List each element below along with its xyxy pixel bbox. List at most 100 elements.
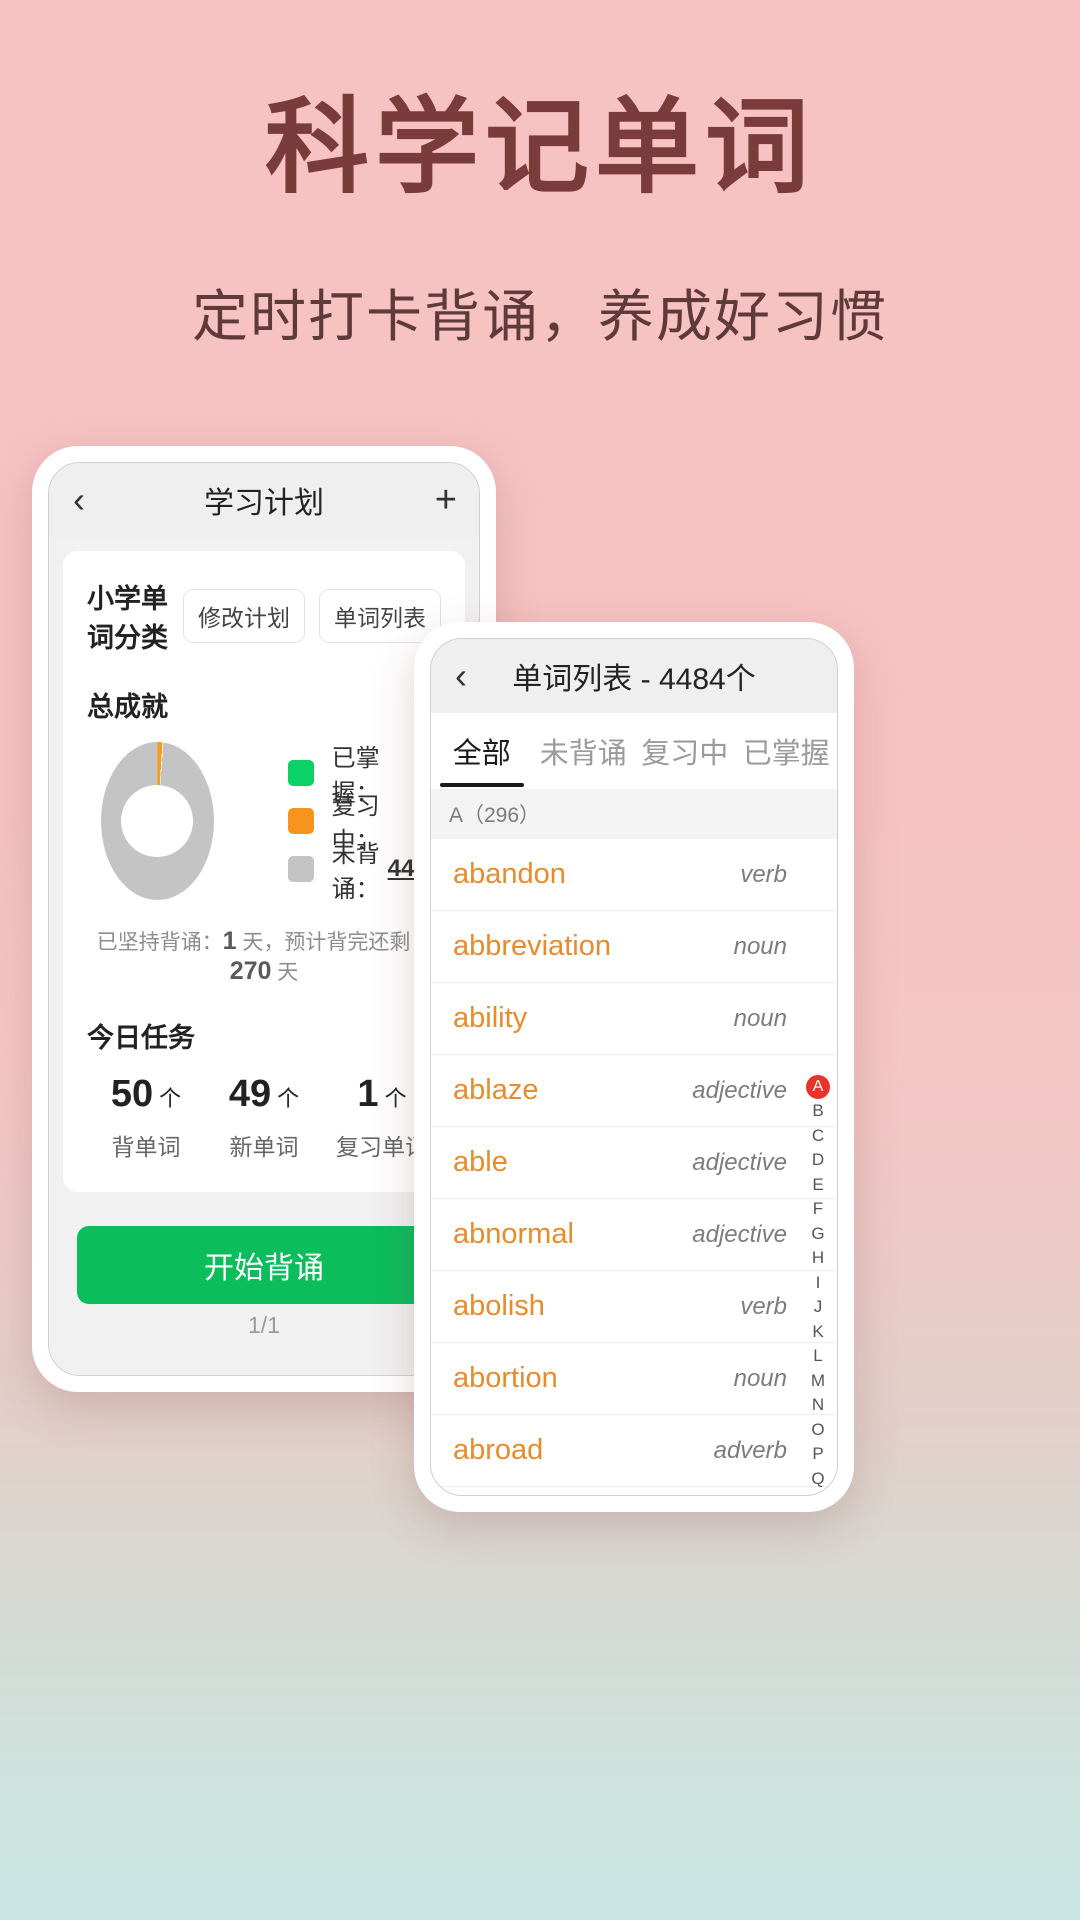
streak-suffix: 天 (277, 961, 299, 984)
alphabet-index-item[interactable]: N (812, 1393, 824, 1418)
word-text: abolish (453, 1290, 545, 1322)
alphabet-index-item[interactable]: G (811, 1222, 824, 1247)
word-text: abbreviation (453, 930, 611, 962)
section-header-a: A（296） (431, 789, 837, 839)
streak-prefix: 已坚持背诵： (96, 931, 223, 954)
word-list-button[interactable]: 单词列表 (319, 589, 441, 643)
plus-icon[interactable]: + (435, 481, 457, 519)
phone-mockup-word-list: ‹ 单词列表 - 4484个 全部 未背诵 复习中 已掌握 A（296） aba… (414, 622, 854, 1512)
task-num-0: 50 (110, 1073, 154, 1115)
hero-section: 科学记单词 定时打卡背诵，养成好习惯 (0, 0, 1080, 353)
task-unit-0: 个 (159, 1086, 182, 1111)
word-pos: adjective (692, 1148, 787, 1176)
today-task-row: 50 个 背单词 49 个 新单词 1个 复习单词 (87, 1073, 441, 1162)
word-list-body: 全部 未背诵 复习中 已掌握 A（296） abandon verb abbrev… (431, 713, 837, 1495)
alphabet-index-item[interactable]: R (812, 1491, 824, 1495)
list-item[interactable]: ability noun (431, 983, 837, 1055)
streak-text: 已坚持背诵：1 天，预计背完还剩： 270 天 (87, 926, 441, 986)
alphabet-index-item-a[interactable]: A (806, 1075, 830, 1099)
alphabet-index-item[interactable]: B (812, 1099, 823, 1124)
back-chevron-icon[interactable]: ‹ (49, 482, 109, 518)
achievement-heading: 总成就 (87, 692, 168, 722)
word-pos: noun (733, 1364, 787, 1392)
alphabet-index-item[interactable]: M (811, 1369, 825, 1394)
alphabet-index-item[interactable]: F (813, 1197, 823, 1222)
nav-title-study-plan: 学习计划 (204, 487, 324, 520)
plan-card-header: 小学单词分类 修改计划 单词列表 (87, 577, 441, 655)
task-cell-review-words: 50 个 背单词 (87, 1073, 205, 1162)
word-text: ability (453, 1002, 528, 1034)
legend-swatch-unlearned (287, 856, 314, 882)
alphabet-index-item[interactable]: C (812, 1124, 824, 1149)
page-title: 科学记单词 (264, 91, 815, 206)
word-filter-tabs: 全部 未背诵 复习中 已掌握 (431, 713, 837, 789)
achievement-chart-row: 已掌握： 0 复习中： 50 未背诵： 4434 (87, 742, 441, 903)
list-item[interactable]: abbreviation noun (431, 911, 837, 983)
alphabet-index-item[interactable]: D (812, 1148, 824, 1173)
task-unit-1: 个 (277, 1086, 300, 1111)
alphabet-index-item[interactable]: E (812, 1173, 823, 1198)
list-item[interactable]: abroad adverb (431, 1415, 837, 1487)
list-item[interactable]: abolish verb (431, 1271, 837, 1343)
word-pos: adjective (692, 1220, 787, 1248)
streak-days: 1 (222, 927, 237, 955)
word-pos: adjective (692, 1076, 787, 1104)
start-recite-button[interactable]: 开始背诵 (77, 1226, 451, 1304)
task-number-new-words: 49 个 (205, 1073, 323, 1116)
streak-mid: 天，预计背完还剩： (242, 931, 432, 954)
edit-plan-button[interactable]: 修改计划 (183, 589, 305, 643)
alphabet-index-item[interactable]: J (814, 1295, 823, 1320)
alphabet-index-item[interactable]: K (812, 1320, 823, 1345)
plan-action-buttons: 修改计划 单词列表 (183, 589, 441, 643)
navbar-word-list: ‹ 单词列表 - 4484个 (431, 639, 837, 713)
today-task-heading: 今日任务 (87, 1023, 195, 1053)
screen-word-list: ‹ 单词列表 - 4484个 全部 未背诵 复习中 已掌握 A（296） aba… (430, 638, 838, 1496)
list-item[interactable]: abnormal adjective (431, 1199, 837, 1271)
word-text: able (453, 1146, 508, 1178)
alphabet-index-item[interactable]: L (813, 1344, 822, 1369)
task-caption-1: 新单词 (229, 1134, 299, 1160)
list-item[interactable]: abandon verb (431, 839, 837, 911)
tab-all[interactable]: 全部 (431, 713, 533, 789)
tab-reviewing[interactable]: 复习中 (634, 713, 736, 789)
task-number-review-words: 50 个 (87, 1073, 205, 1116)
legend-swatch-reviewing (287, 808, 314, 834)
word-text: abortion (453, 1362, 558, 1394)
tab-unlearned[interactable]: 未背诵 (533, 713, 635, 789)
alphabet-index-item[interactable]: P (812, 1442, 823, 1467)
nav-title-word-list: 单词列表 - 4484个 (512, 663, 756, 696)
legend-swatch-mastered (287, 760, 314, 786)
page-subtitle: 定时打卡背诵，养成好习惯 (192, 285, 888, 349)
word-pos: verb (740, 1292, 787, 1320)
list-item[interactable]: abortion noun (431, 1343, 837, 1415)
word-pos: noun (733, 1004, 787, 1032)
alphabet-index-item[interactable]: H (812, 1246, 824, 1271)
tab-mastered[interactable]: 已掌握 (736, 713, 838, 789)
word-text: abandon (453, 858, 566, 890)
alphabet-index-item[interactable]: I (816, 1271, 821, 1296)
plan-card: 小学单词分类 修改计划 单词列表 总成就 已掌握： 0 (63, 551, 465, 1192)
alphabet-index-item[interactable]: Q (811, 1467, 824, 1492)
word-list[interactable]: abandon verb abbreviation noun ability noun… (431, 839, 837, 1495)
alphabet-index[interactable]: A B C D E F G H I J K L M N O P Q (805, 1075, 831, 1495)
task-caption-0: 背单词 (111, 1134, 181, 1160)
task-num-2: 1 (357, 1073, 379, 1115)
word-pos: noun (733, 932, 787, 960)
back-chevron-icon[interactable]: ‹ (431, 658, 491, 694)
navbar-study-plan: ‹ 学习计划 + (49, 463, 479, 537)
alphabet-index-item[interactable]: O (811, 1418, 824, 1443)
word-pos: verb (740, 860, 787, 888)
category-title: 小学单词分类 (87, 584, 168, 653)
word-text: abnormal (453, 1218, 574, 1250)
achievement-donut-chart (101, 742, 214, 900)
word-pos: adverb (713, 1436, 787, 1464)
word-text: ablaze (453, 1074, 539, 1106)
list-item[interactable]: able adjective (431, 1127, 837, 1199)
list-item[interactable]: abruptadjective (431, 1487, 837, 1495)
task-unit-2: 个 (384, 1086, 407, 1111)
remain-days: 270 (229, 957, 272, 985)
word-text: abroad (453, 1434, 544, 1466)
list-item[interactable]: ablaze adjective (431, 1055, 837, 1127)
task-num-1: 49 (228, 1073, 272, 1115)
task-cell-new-words: 49 个 新单词 (205, 1073, 323, 1162)
